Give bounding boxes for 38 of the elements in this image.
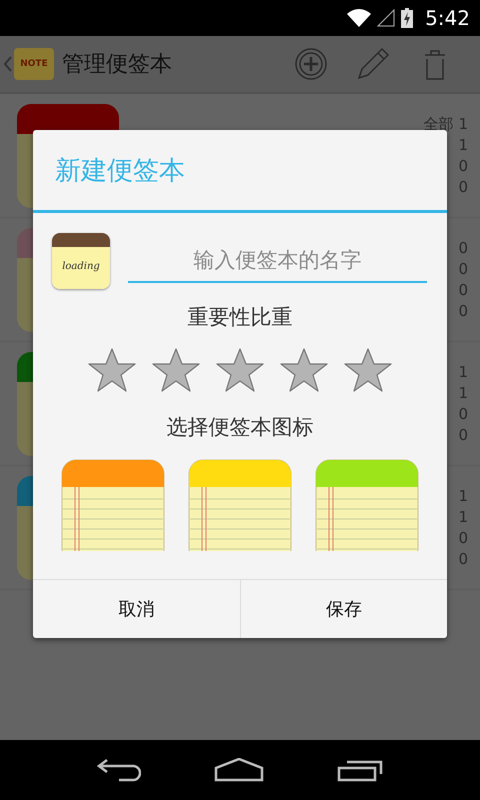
count-text: 0 — [458, 280, 468, 300]
clock-time: 5:42 — [425, 6, 470, 30]
screen-title: 管理便签本 — [62, 51, 173, 79]
add-icon[interactable] — [294, 47, 328, 81]
count-text: 0 — [458, 404, 468, 424]
star-icon[interactable] — [151, 347, 201, 393]
count-text: 0 — [458, 156, 468, 176]
star-icon[interactable] — [343, 347, 393, 393]
back-icon[interactable] — [96, 758, 141, 782]
count-text: 1 — [458, 362, 468, 382]
name-input-field[interactable]: 输入便签本的名字 — [128, 239, 427, 283]
star-icon[interactable] — [87, 347, 137, 393]
count-text: 1 — [458, 136, 468, 154]
signal-icon — [377, 9, 396, 27]
preview-text: loading — [62, 260, 100, 272]
cancel-button[interactable]: 取消 — [33, 580, 240, 638]
pencil-icon[interactable] — [356, 47, 390, 81]
count-text: 1 — [458, 508, 468, 526]
count-text: 0 — [458, 178, 468, 196]
count-text: 0 — [458, 302, 468, 320]
logo-text: NOTE — [20, 59, 48, 69]
recent-apps-icon[interactable] — [337, 758, 384, 782]
home-icon[interactable] — [214, 758, 264, 782]
count-text: 0 — [458, 238, 468, 258]
battery-charging-icon — [401, 8, 414, 28]
save-button[interactable]: 保存 — [240, 580, 447, 638]
count-text: 0 — [458, 550, 468, 568]
count-text: 0 — [458, 426, 468, 444]
star-icon[interactable] — [279, 347, 329, 393]
count-text: 1 — [458, 384, 468, 402]
count-text: 0 — [458, 260, 468, 278]
wifi-icon — [347, 9, 372, 27]
importance-label: 重要性比重 — [186, 304, 294, 331]
star-icon[interactable] — [215, 347, 265, 393]
count-text: 0 — [458, 528, 468, 548]
count-text: 1 — [458, 486, 468, 506]
dialog-title: 新建便签本 — [33, 130, 447, 213]
icon-picker-label: 选择便签本图标 — [166, 414, 314, 441]
